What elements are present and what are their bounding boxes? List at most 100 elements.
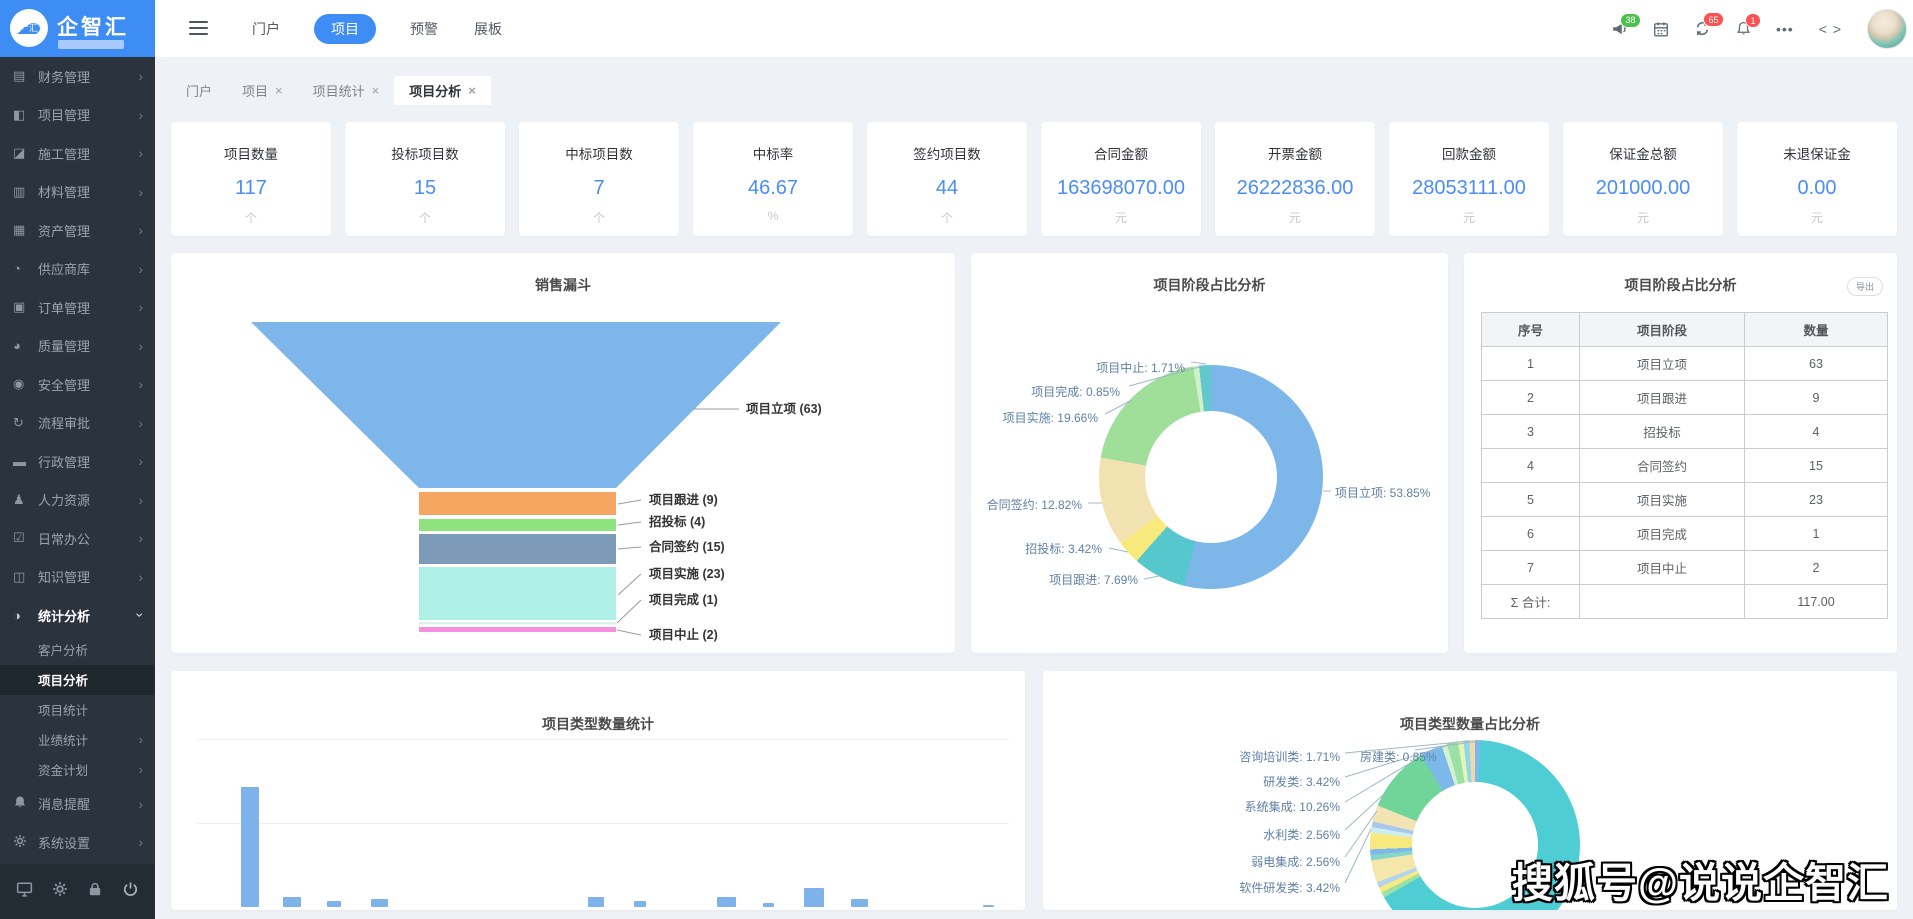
power-icon[interactable] (122, 881, 139, 903)
tab-project[interactable]: 项目× (227, 76, 298, 105)
funnel-stage-shape (419, 622, 616, 625)
sidebar-item-safety[interactable]: ◉安全管理› (0, 365, 155, 404)
sidebar-item-project[interactable]: ◧项目管理› (0, 96, 155, 135)
sync-icon[interactable]: 65 (1694, 20, 1711, 37)
chevron-right-icon: › (138, 299, 143, 315)
topbar-icons: 38 65 1 ••• < > (1611, 0, 1907, 57)
stat-card-deposit-total: 保证金总额201000.00元 (1563, 122, 1723, 236)
monitor-icon[interactable] (16, 881, 33, 902)
watermark: 搜狐号@说说企智汇 (1512, 849, 1889, 909)
nav-item-portal[interactable]: 门户 (250, 14, 282, 44)
pie-label: 房建类: 0.85% (1360, 748, 1437, 765)
nav-item-board[interactable]: 展板 (472, 14, 504, 44)
nav-item-alert[interactable]: 预警 (408, 14, 440, 44)
sidebar-item-notifications[interactable]: 消息提醒› (0, 785, 155, 824)
pie-label: 水利类: 2.56% (1263, 826, 1340, 843)
tab-project-analysis[interactable]: 项目分析× (394, 76, 491, 105)
sidebar-item-settings[interactable]: 系统设置› (0, 823, 155, 862)
chevron-right-icon: › (139, 732, 143, 747)
calendar-icon[interactable] (1653, 21, 1669, 37)
pie-label: 招投标: 3.42% (1025, 540, 1102, 557)
chart-title: 项目阶段占比分析 (971, 275, 1448, 295)
hamburger-menu-icon[interactable] (189, 21, 208, 39)
lock-icon[interactable] (87, 881, 103, 902)
code-brackets-icon[interactable]: < > (1819, 22, 1842, 36)
sidebar-item-statistics[interactable]: ◑统计分析› (0, 596, 155, 635)
funnel-label: 项目实施 (23) (649, 566, 725, 581)
close-icon[interactable]: × (468, 83, 476, 98)
app-title: 企智汇 (57, 11, 129, 41)
main-content: 项目数量117个 投标项目数15个 中标项目数7个 中标率46.67% 签约项目… (155, 105, 1913, 919)
bell-badge: 1 (1745, 13, 1761, 28)
sidebar-item-construction[interactable]: ◪施工管理› (0, 134, 155, 173)
funnel-stage-shape (419, 534, 616, 564)
bar (327, 901, 341, 907)
pie-label: 项目立项: 53.85% (1335, 484, 1430, 501)
table-row: 5项目实施23 (1482, 483, 1888, 517)
bar (763, 903, 774, 907)
sync-badge: 65 (1703, 12, 1724, 27)
sidebar-subitem-performance-statistics[interactable]: 业绩统计› (0, 725, 155, 755)
funnel-label: 项目立项 (63) (746, 401, 822, 416)
sidebar-subitem-project-statistics[interactable]: 项目统计 (0, 695, 155, 725)
chevron-right-icon: › (138, 376, 143, 392)
announcement-badge: 38 (1620, 13, 1641, 28)
table-total-row: Σ 合计:117.00 (1482, 585, 1888, 619)
sidebar-item-workflow[interactable]: ↻流程审批› (0, 404, 155, 443)
logo[interactable]: ☁ 汇 企智汇 (0, 0, 155, 57)
sidebar-item-asset[interactable]: ▦资产管理› (0, 211, 155, 250)
chevron-right-icon: › (138, 145, 143, 161)
stage-table: 序号 项目阶段 数量 1项目立项63 2项目跟进9 3招投标4 4合同签约15 … (1481, 312, 1888, 619)
bell-icon[interactable]: 1 (1736, 21, 1751, 36)
stat-card-win-rate: 中标率46.67% (693, 122, 853, 236)
nav-item-project[interactable]: 项目 (314, 14, 376, 44)
close-icon[interactable]: × (372, 83, 380, 98)
tab-portal[interactable]: 门户 (171, 76, 227, 105)
sidebar-item-material[interactable]: ▥材料管理› (0, 173, 155, 212)
chevron-right-icon: › (138, 453, 143, 469)
funnel-stage-shape (419, 627, 616, 632)
sidebar-item-finance[interactable]: ▤财务管理› (0, 57, 155, 96)
chevron-down-icon: › (133, 613, 149, 618)
material-icon: ▥ (13, 184, 38, 200)
chevron-right-icon: › (139, 762, 143, 777)
logo-subtitle-blurred (58, 40, 124, 49)
chart-title: 销售漏斗 (171, 275, 955, 295)
funnel-label: 项目中止 (2) (649, 627, 718, 642)
gear-icon (13, 834, 38, 851)
close-icon[interactable]: × (275, 83, 283, 98)
stat-card-bid-count: 投标项目数15个 (345, 122, 505, 236)
sales-funnel-card: 销售漏斗 项目立项 (63) 项目 (171, 253, 955, 653)
topbar: 门户 项目 预警 展板 38 65 1 ••• < > (155, 0, 1913, 57)
sidebar-footer (0, 864, 155, 919)
announcement-icon[interactable]: 38 (1611, 21, 1628, 37)
sidebar-item-quality[interactable]: ◕质量管理› (0, 327, 155, 366)
pie-label: 合同签约: 12.82% (987, 496, 1082, 513)
chevron-right-icon: › (138, 184, 143, 200)
sidebar-item-supplier[interactable]: ◔供应商库› (0, 250, 155, 289)
sidebar-subitem-fund-plan[interactable]: 资金计划› (0, 755, 155, 785)
sidebar-subitem-customer-analysis[interactable]: 客户分析 (0, 635, 155, 665)
sidebar-subitem-project-analysis[interactable]: 项目分析 (0, 665, 155, 695)
app-window: ☁ 汇 企智汇 ▤财务管理› ◧项目管理› ◪施工管理› ▥材料管理› ▦资产管… (0, 0, 1913, 919)
sidebar-item-order[interactable]: ▣订单管理› (0, 288, 155, 327)
sidebar-item-office[interactable]: ☑日常办公› (0, 519, 155, 558)
table-row: 3招投标4 (1482, 415, 1888, 449)
sidebar-item-knowledge[interactable]: ◫知识管理› (0, 558, 155, 597)
bar (588, 897, 604, 907)
sidebar-item-admin[interactable]: ▬行政管理› (0, 442, 155, 481)
hr-icon: ♟ (13, 492, 38, 508)
export-button[interactable]: 导出 (1847, 277, 1883, 296)
avatar[interactable] (1867, 9, 1907, 49)
pie-label: 项目中止: 1.71% (1096, 359, 1185, 376)
sidebar-item-hr[interactable]: ♟人力资源› (0, 481, 155, 520)
gear-icon[interactable] (52, 881, 68, 902)
stat-card-project-count: 项目数量117个 (171, 122, 331, 236)
pie-chart-icon: ◑ (13, 608, 38, 623)
stat-card-win-count: 中标项目数7个 (519, 122, 679, 236)
type-bar-chart (171, 671, 1025, 907)
stat-card-invoice-amount: 开票金额26222836.00元 (1215, 122, 1375, 236)
chevron-right-icon: › (138, 261, 143, 277)
tab-project-statistics[interactable]: 项目统计× (298, 76, 395, 105)
more-icon[interactable]: ••• (1776, 22, 1794, 36)
